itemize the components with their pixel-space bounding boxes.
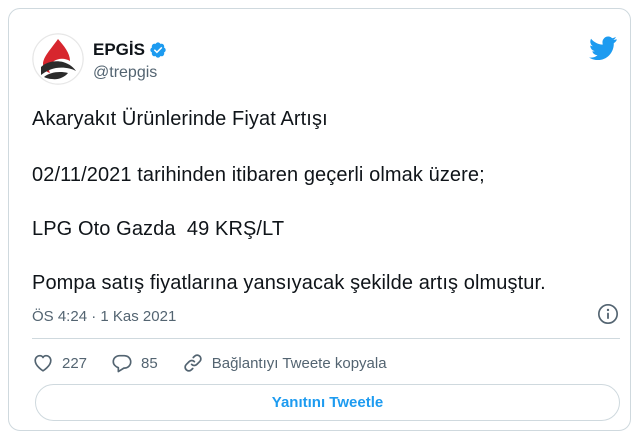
tweet-text-line: Akaryakıt Ürünlerinde Fiyat Artışı (32, 108, 328, 130)
tweet-timestamp[interactable]: ÖS 4:24 · 1 Kas 2021 (32, 308, 176, 325)
reply-count: 85 (141, 354, 158, 372)
meta-separator: · (87, 308, 101, 325)
verified-badge-icon (150, 42, 166, 58)
tweet-text-line: Pompa satış fiyatlarına yansıyacak şekil… (32, 272, 546, 294)
display-name[interactable]: EPGİS (93, 40, 145, 60)
heart-icon (34, 354, 52, 372)
like-button[interactable]: 227 (32, 352, 87, 374)
reply-action-button[interactable]: 85 (111, 352, 158, 374)
tweet-actions: 227 85 Bağlantıyı Tweete kopyala (32, 351, 411, 375)
like-count: 227 (62, 354, 88, 372)
reply-tweet-button[interactable]: Yanıtını Tweetle (35, 384, 620, 421)
copy-link-label: Bağlantıyı Tweete kopyala (211, 354, 387, 372)
tweet-time[interactable]: ÖS 4:24 (32, 308, 87, 325)
tweet-date[interactable]: 1 Kas 2021 (100, 308, 176, 325)
avatar[interactable] (32, 33, 84, 85)
twitter-bird-icon[interactable] (589, 36, 617, 60)
author-name-row[interactable]: EPGİS (93, 40, 167, 60)
divider (32, 338, 620, 339)
tweet-card: EPGİS @trepgis Akaryakıt Ürünlerinde Fiy… (8, 8, 631, 431)
copy-link-button[interactable]: Bağlantıyı Tweete kopyala (182, 352, 387, 374)
info-icon[interactable] (597, 303, 619, 325)
reply-icon (112, 354, 132, 373)
epgis-logo-icon (32, 33, 84, 85)
tweet-text-line: 02/11/2021 tarihinden itibaren geçerli o… (32, 164, 485, 186)
link-icon (183, 354, 202, 372)
tweet-text-line: LPG Oto Gazda 49 KRŞ/LT (32, 218, 285, 240)
author-handle[interactable]: @trepgis (93, 64, 157, 82)
